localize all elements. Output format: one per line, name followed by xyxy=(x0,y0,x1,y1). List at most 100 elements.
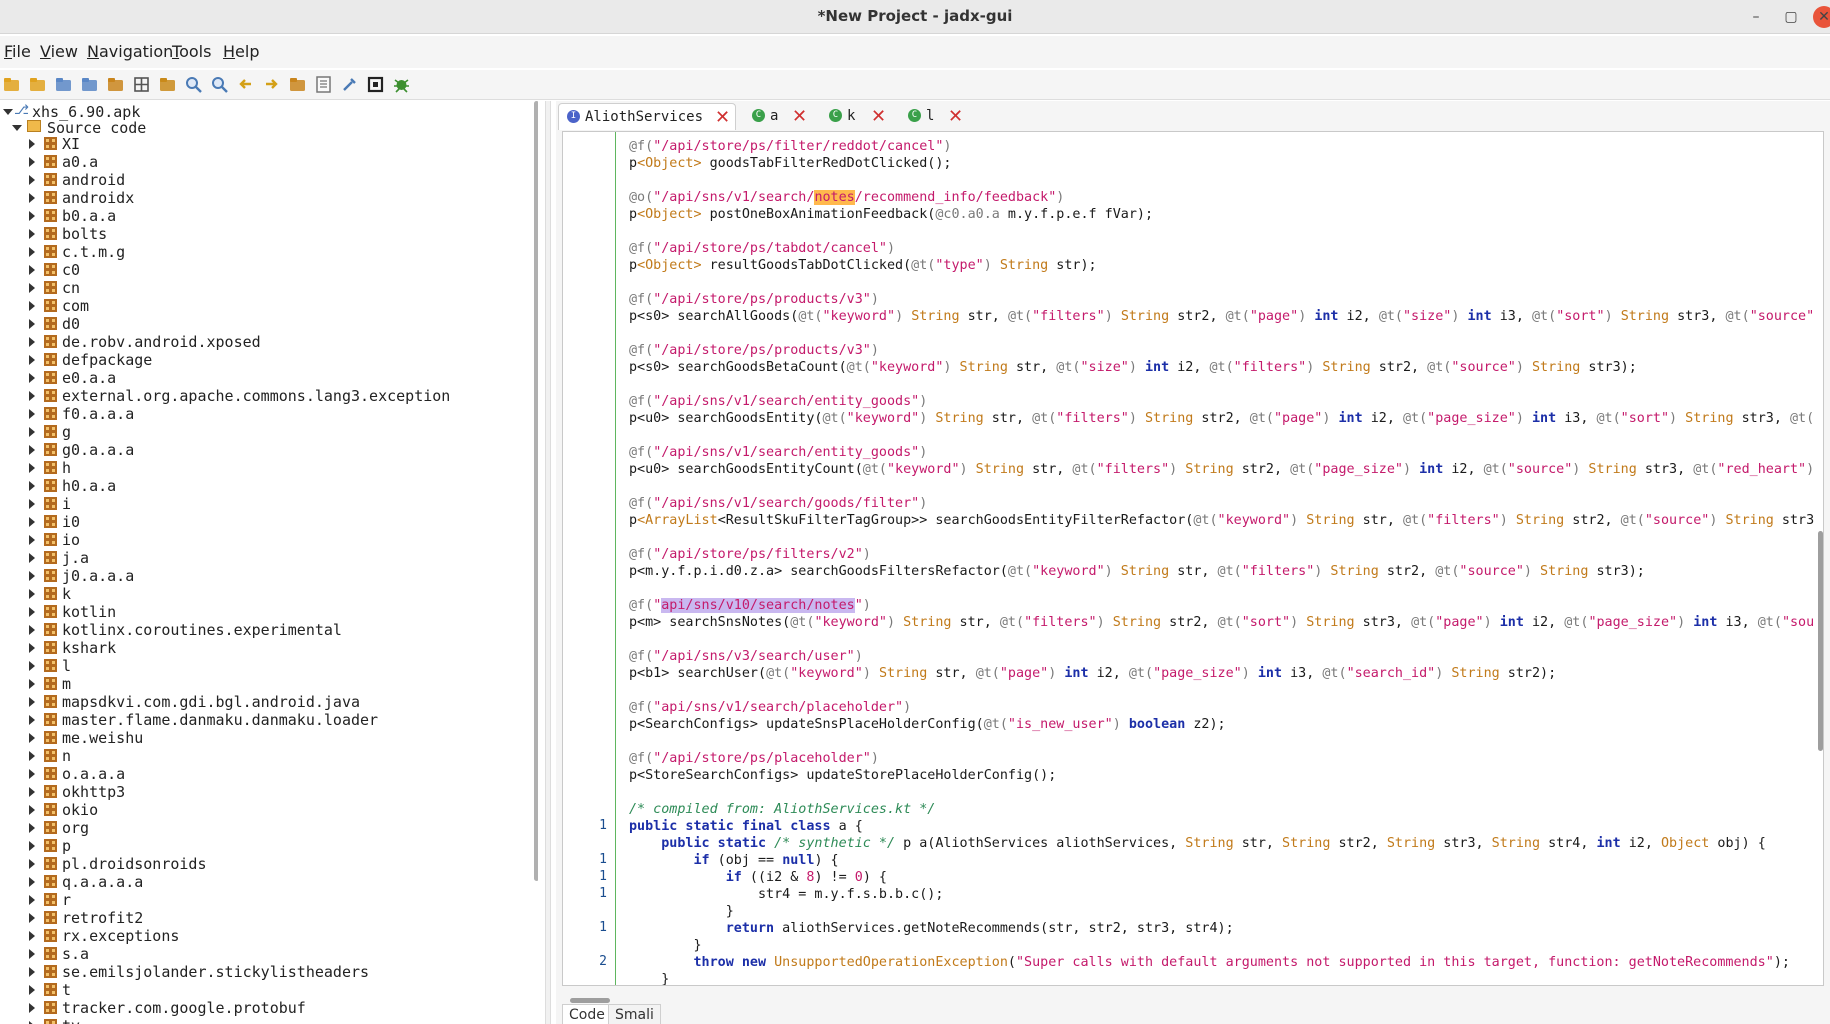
close-tab-icon[interactable]: ✕ xyxy=(792,106,807,127)
tab-code[interactable]: Code xyxy=(562,1004,612,1024)
expand-arrow-icon[interactable] xyxy=(29,859,35,869)
expand-arrow-icon[interactable] xyxy=(29,607,35,617)
expand-arrow-icon[interactable] xyxy=(29,427,35,437)
expand-arrow-icon[interactable] xyxy=(29,391,35,401)
package-icon xyxy=(44,155,57,168)
minimize-button[interactable]: – xyxy=(1745,6,1767,28)
search-icon[interactable] xyxy=(184,75,203,94)
expand-arrow-icon[interactable] xyxy=(29,553,35,563)
code-text[interactable]: @f("/api/store/ps/filter/reddot/cancel")… xyxy=(629,132,1819,985)
open-file-icon[interactable] xyxy=(2,75,21,94)
preferences-icon[interactable] xyxy=(340,75,359,94)
forward-icon[interactable] xyxy=(262,75,281,94)
expand-arrow-icon[interactable] xyxy=(29,463,35,473)
expand-arrow-icon[interactable] xyxy=(29,139,35,149)
expand-arrow-icon[interactable] xyxy=(29,319,35,329)
tab-aliothservices[interactable]: I AliothServices ✕ xyxy=(558,103,736,130)
expand-arrow-icon[interactable] xyxy=(29,409,35,419)
split-divider[interactable] xyxy=(545,101,551,1024)
expand-arrow-icon[interactable] xyxy=(29,913,35,923)
expand-arrow-icon[interactable] xyxy=(29,355,35,365)
code-view[interactable]: 1 1 1 1 1 2 @f("/api/store/ps/filter/reddot/c… xyxy=(562,131,1824,986)
tab-k[interactable]: Ck ✕ xyxy=(821,103,893,130)
expand-arrow-icon[interactable] xyxy=(29,751,35,761)
expand-arrow-icon[interactable] xyxy=(29,985,35,995)
flatten-packages-icon[interactable] xyxy=(132,75,151,94)
expand-arrow-icon[interactable] xyxy=(29,193,35,203)
expand-arrow-icon[interactable] xyxy=(29,931,35,941)
tree-scrollbar[interactable] xyxy=(534,101,538,881)
save-all-icon[interactable] xyxy=(54,75,73,94)
expand-arrow-icon[interactable] xyxy=(29,535,35,545)
menu-file[interactable]: File xyxy=(4,42,31,61)
expand-arrow-icon[interactable] xyxy=(29,337,35,347)
expand-arrow-icon[interactable] xyxy=(29,733,35,743)
expand-arrow-icon[interactable] xyxy=(29,589,35,599)
expand-arrow-icon[interactable] xyxy=(29,247,35,257)
expand-arrow-icon[interactable] xyxy=(29,283,35,293)
expand-arrow-icon[interactable] xyxy=(29,679,35,689)
back-icon[interactable] xyxy=(236,75,255,94)
close-tab-icon[interactable]: ✕ xyxy=(715,107,730,128)
tree-package-label: org xyxy=(62,819,90,837)
package-icon xyxy=(44,785,57,798)
expand-arrow-icon[interactable] xyxy=(29,841,35,851)
code-line: } xyxy=(629,904,734,919)
expand-arrow-icon[interactable] xyxy=(29,715,35,725)
expand-arrow-icon[interactable] xyxy=(29,445,35,455)
menu-tools[interactable]: Tools xyxy=(172,42,211,61)
close-window-button[interactable]: ✕ xyxy=(1813,6,1830,28)
menu-help[interactable]: Help xyxy=(223,42,259,61)
expand-arrow-icon[interactable] xyxy=(29,175,35,185)
close-tab-icon[interactable]: ✕ xyxy=(871,106,886,127)
tab-smali[interactable]: Smali xyxy=(608,1004,661,1024)
deobfuscation-icon[interactable] xyxy=(288,75,307,94)
expand-arrow-icon[interactable] xyxy=(29,697,35,707)
expand-arrow-icon[interactable] xyxy=(29,517,35,527)
collapse-arrow-icon[interactable] xyxy=(3,109,13,115)
tab-l[interactable]: Cl ✕ xyxy=(900,103,970,130)
expand-arrow-icon[interactable] xyxy=(29,499,35,509)
expand-arrow-icon[interactable] xyxy=(29,625,35,635)
tab-label: k xyxy=(847,108,856,124)
tab-a[interactable]: Ca ✕ xyxy=(744,103,814,130)
expand-arrow-icon[interactable] xyxy=(29,211,35,221)
package-icon xyxy=(44,569,57,582)
sync-icon[interactable] xyxy=(106,75,125,94)
project-tree[interactable]: ⎇ xhs_6.90.apk Source code XI a0.a android… xyxy=(0,101,538,1024)
menu-navigation[interactable]: Navigation xyxy=(87,42,173,61)
decompile-icon[interactable] xyxy=(158,75,177,94)
export-icon[interactable] xyxy=(80,75,99,94)
expand-arrow-icon[interactable] xyxy=(29,967,35,977)
tree-package-label: f0.a.a.a xyxy=(62,405,135,423)
expand-arrow-icon[interactable] xyxy=(29,769,35,779)
editor-horizontal-scrollbar[interactable] xyxy=(570,998,610,1003)
add-files-icon[interactable] xyxy=(28,75,47,94)
expand-arrow-icon[interactable] xyxy=(29,301,35,311)
close-tab-icon[interactable]: ✕ xyxy=(948,106,963,127)
package-icon xyxy=(44,335,57,348)
expand-arrow-icon[interactable] xyxy=(29,481,35,491)
collapse-arrow-icon[interactable] xyxy=(12,125,22,131)
expand-arrow-icon[interactable] xyxy=(29,229,35,239)
menu-view[interactable]: View xyxy=(40,42,78,61)
expand-arrow-icon[interactable] xyxy=(29,661,35,671)
expand-arrow-icon[interactable] xyxy=(29,1003,35,1013)
expand-arrow-icon[interactable] xyxy=(29,643,35,653)
expand-arrow-icon[interactable] xyxy=(29,373,35,383)
debug-icon[interactable] xyxy=(392,75,411,94)
expand-arrow-icon[interactable] xyxy=(29,805,35,815)
expand-arrow-icon[interactable] xyxy=(29,823,35,833)
expand-arrow-icon[interactable] xyxy=(29,949,35,959)
log-viewer-icon[interactable] xyxy=(314,75,333,94)
expand-arrow-icon[interactable] xyxy=(29,787,35,797)
search-class-icon[interactable] xyxy=(210,75,229,94)
maximize-button[interactable]: ▢ xyxy=(1780,6,1802,28)
expand-arrow-icon[interactable] xyxy=(29,571,35,581)
expand-arrow-icon[interactable] xyxy=(29,895,35,905)
expand-arrow-icon[interactable] xyxy=(29,265,35,275)
quark-icon[interactable] xyxy=(366,75,385,94)
expand-arrow-icon[interactable] xyxy=(29,157,35,167)
expand-arrow-icon[interactable] xyxy=(29,877,35,887)
editor-vertical-scrollbar[interactable] xyxy=(1818,531,1823,751)
